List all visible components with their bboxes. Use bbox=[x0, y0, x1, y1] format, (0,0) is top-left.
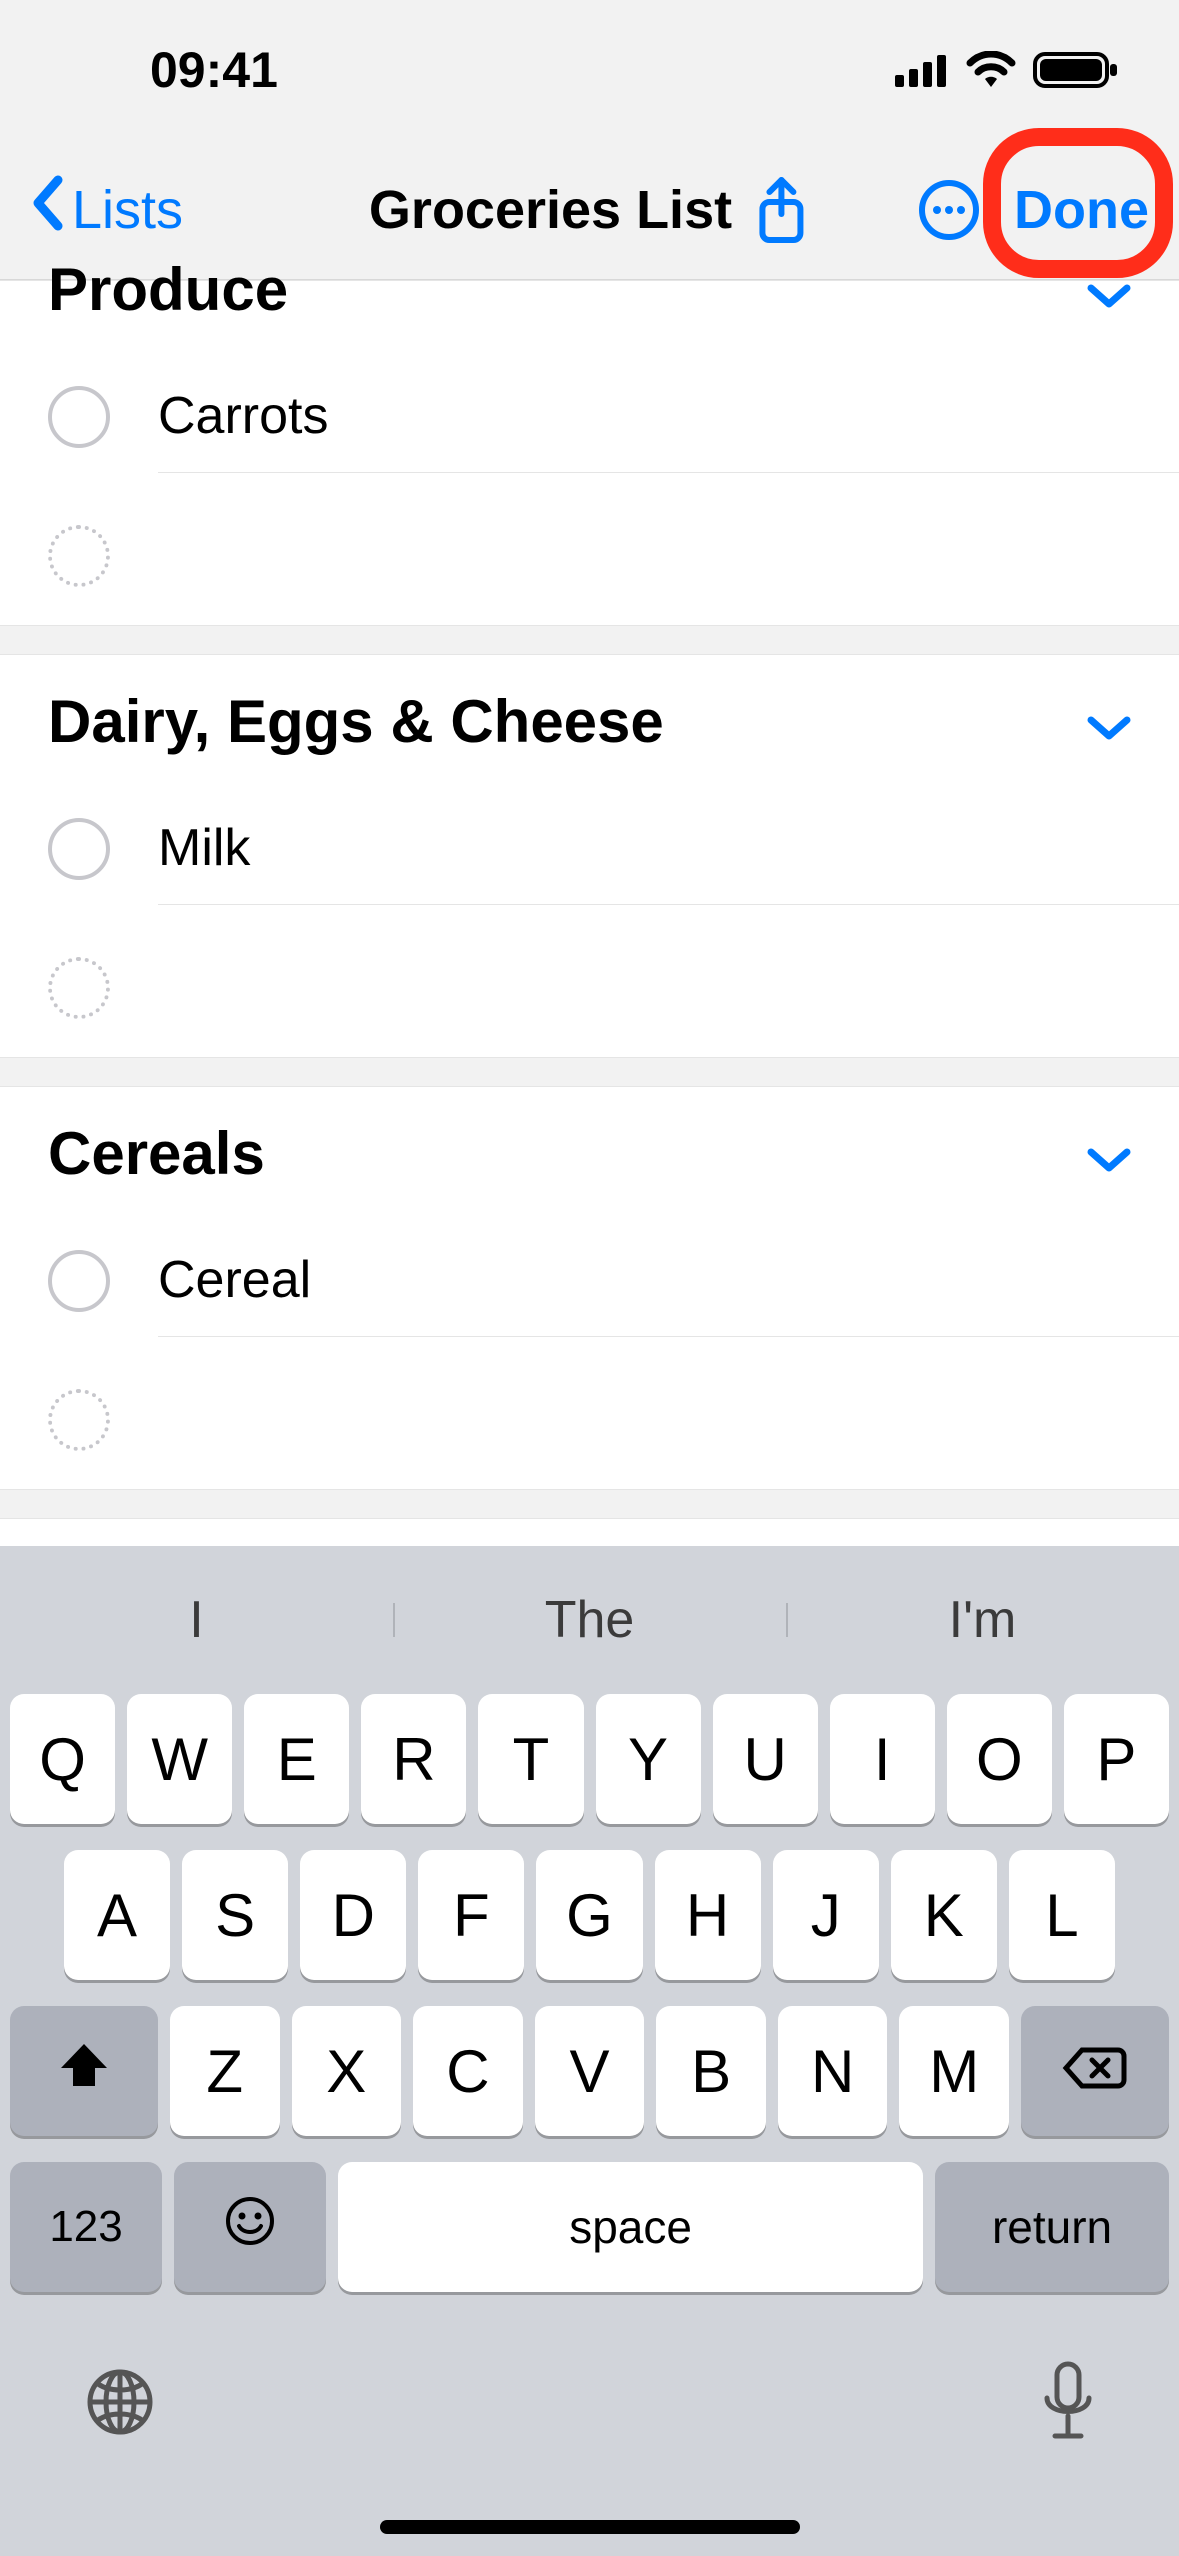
globe-key[interactable] bbox=[80, 2362, 160, 2447]
radio-placeholder-icon bbox=[48, 957, 110, 1019]
key-g[interactable]: G bbox=[536, 1850, 642, 1980]
chevron-down-icon bbox=[1087, 687, 1131, 756]
new-item-input[interactable] bbox=[158, 933, 1179, 1043]
dictation-key[interactable] bbox=[1037, 2358, 1099, 2451]
section-title: Produce bbox=[48, 255, 288, 324]
radio-unchecked-icon[interactable] bbox=[48, 818, 110, 880]
key-u[interactable]: U bbox=[713, 1694, 818, 1824]
suggestion-bar: I The I'm bbox=[0, 1546, 1179, 1694]
emoji-icon bbox=[223, 2193, 277, 2262]
return-key[interactable]: return bbox=[935, 2162, 1169, 2292]
shift-icon bbox=[55, 2037, 113, 2106]
section-cereals: Cereals Cereal bbox=[0, 1086, 1179, 1490]
section-title: Dairy, Eggs & Cheese bbox=[48, 687, 664, 756]
key-x[interactable]: X bbox=[292, 2006, 402, 2136]
new-item-row[interactable] bbox=[0, 487, 1179, 625]
backspace-key[interactable] bbox=[1021, 2006, 1169, 2136]
radio-unchecked-icon[interactable] bbox=[48, 1250, 110, 1312]
key-j[interactable]: J bbox=[773, 1850, 879, 1980]
suggestion[interactable]: The bbox=[393, 1590, 786, 1650]
key-p[interactable]: P bbox=[1064, 1694, 1169, 1824]
list-item[interactable]: Milk bbox=[0, 778, 1179, 919]
home-indicator[interactable] bbox=[380, 2520, 800, 2534]
key-y[interactable]: Y bbox=[596, 1694, 701, 1824]
key-r[interactable]: R bbox=[361, 1694, 466, 1824]
new-item-input[interactable] bbox=[158, 501, 1179, 611]
key-c[interactable]: C bbox=[413, 2006, 523, 2136]
chevron-down-icon bbox=[1087, 1119, 1131, 1188]
status-time: 09:41 bbox=[150, 41, 278, 99]
section-header[interactable]: Cereals bbox=[0, 1087, 1179, 1210]
list-item[interactable]: Cereal bbox=[0, 1210, 1179, 1351]
chevron-down-icon bbox=[1087, 255, 1131, 324]
new-item-input[interactable] bbox=[158, 1365, 1179, 1475]
radio-placeholder-icon bbox=[48, 525, 110, 587]
key-q[interactable]: Q bbox=[10, 1694, 115, 1824]
numeric-key[interactable]: 123 bbox=[10, 2162, 162, 2292]
section-header[interactable]: Dairy, Eggs & Cheese bbox=[0, 655, 1179, 778]
cellular-icon bbox=[895, 53, 949, 87]
suggestion[interactable]: I'm bbox=[786, 1590, 1179, 1650]
radio-unchecked-icon[interactable] bbox=[48, 386, 110, 448]
key-f[interactable]: F bbox=[418, 1850, 524, 1980]
emoji-key[interactable] bbox=[174, 2162, 326, 2292]
key-e[interactable]: E bbox=[244, 1694, 349, 1824]
wifi-icon bbox=[965, 51, 1017, 89]
key-h[interactable]: H bbox=[655, 1850, 761, 1980]
suggestion[interactable]: I bbox=[0, 1590, 393, 1650]
list-item[interactable]: Carrots bbox=[0, 346, 1179, 487]
key-row-4: 123 space return bbox=[10, 2162, 1169, 2292]
key-b[interactable]: B bbox=[656, 2006, 766, 2136]
key-i[interactable]: I bbox=[830, 1694, 935, 1824]
item-label[interactable]: Cereal bbox=[158, 1224, 1179, 1337]
item-label[interactable]: Milk bbox=[158, 792, 1179, 905]
status-indicators bbox=[895, 50, 1119, 90]
space-key[interactable]: space bbox=[338, 2162, 923, 2292]
key-row-1: Q W E R T Y U I O P bbox=[10, 1694, 1169, 1824]
key-d[interactable]: D bbox=[300, 1850, 406, 1980]
key-a[interactable]: A bbox=[64, 1850, 170, 1980]
key-s[interactable]: S bbox=[182, 1850, 288, 1980]
shift-key[interactable] bbox=[10, 2006, 158, 2136]
key-w[interactable]: W bbox=[127, 1694, 232, 1824]
status-bar: 09:41 bbox=[0, 0, 1179, 140]
key-t[interactable]: T bbox=[478, 1694, 583, 1824]
key-v[interactable]: V bbox=[535, 2006, 645, 2136]
key-n[interactable]: N bbox=[778, 2006, 888, 2136]
backspace-icon bbox=[1062, 2037, 1128, 2106]
section-title: Cereals bbox=[48, 1119, 265, 1188]
section-header[interactable]: Produce bbox=[0, 215, 1179, 346]
radio-placeholder-icon bbox=[48, 1389, 110, 1451]
section-dairy: Dairy, Eggs & Cheese Milk bbox=[0, 654, 1179, 1058]
key-z[interactable]: Z bbox=[170, 2006, 280, 2136]
section-produce: Produce Carrots bbox=[0, 280, 1179, 626]
keyboard-footer bbox=[0, 2292, 1179, 2556]
battery-icon bbox=[1033, 50, 1119, 90]
key-l[interactable]: L bbox=[1009, 1850, 1115, 1980]
key-m[interactable]: M bbox=[899, 2006, 1009, 2136]
key-row-3: Z X C V B N M bbox=[10, 2006, 1169, 2136]
key-o[interactable]: O bbox=[947, 1694, 1052, 1824]
item-label[interactable]: Carrots bbox=[158, 360, 1179, 473]
keyboard: I The I'm Q W E R T Y U I O P A S D F G … bbox=[0, 1546, 1179, 2556]
new-item-row[interactable] bbox=[0, 1351, 1179, 1489]
key-k[interactable]: K bbox=[891, 1850, 997, 1980]
key-row-2: A S D F G H J K L bbox=[10, 1850, 1169, 1980]
new-item-row[interactable] bbox=[0, 919, 1179, 1057]
